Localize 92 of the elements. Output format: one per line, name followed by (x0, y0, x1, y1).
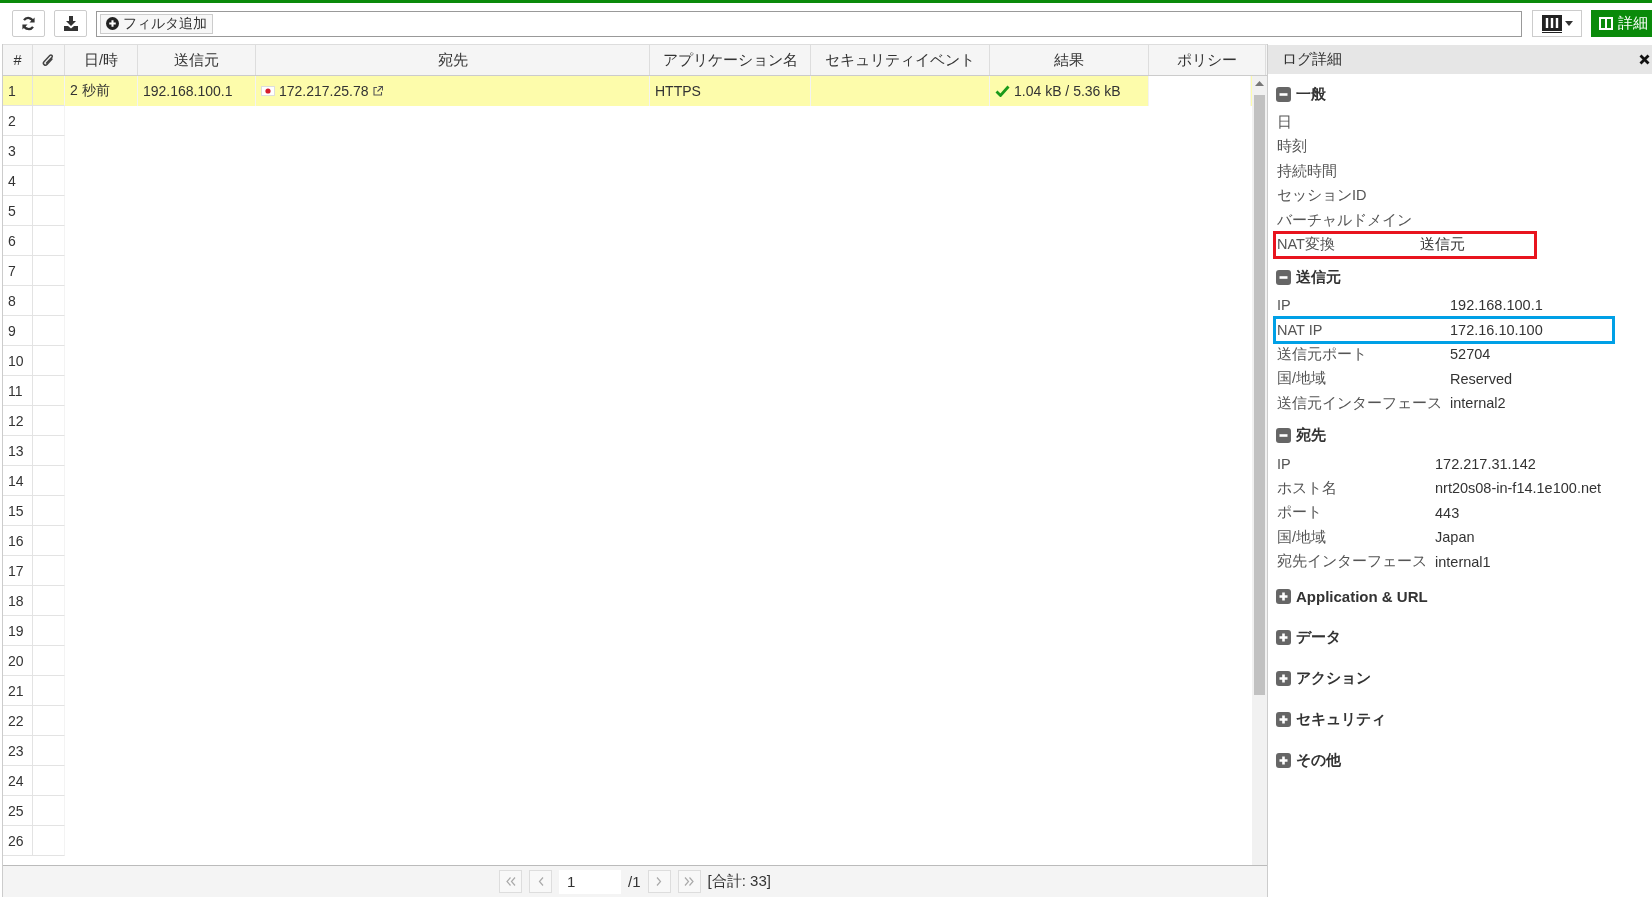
paperclip-icon (42, 52, 55, 68)
column-header[interactable]: セキュリティイベント (811, 45, 990, 75)
column-header[interactable]: # (3, 45, 33, 75)
field-value: 443 (1435, 504, 1461, 521)
field-label: IP (1277, 455, 1292, 472)
field-label: 国/地域 (1277, 527, 1328, 547)
field-label: 持続時間 (1277, 161, 1338, 181)
section-header[interactable]: アクション (1276, 660, 1371, 697)
ip-address-text: 172.217.25.78 (279, 83, 369, 99)
section-title: 一般 (1296, 84, 1326, 104)
section-header[interactable]: セキュリティ (1276, 701, 1386, 738)
field-value: nrt20s08-in-f14.1e100.net (1435, 480, 1602, 497)
chevron-right-icon (656, 877, 663, 886)
row-number: 26 (3, 826, 33, 856)
column-header[interactable]: ポリシー (1149, 45, 1266, 75)
column-settings-button[interactable] (1532, 10, 1582, 37)
field-label: 宛先インターフェース (1277, 552, 1427, 572)
refresh-button[interactable] (12, 10, 45, 37)
section-header[interactable]: 送信元 (1276, 261, 1341, 293)
external-link-icon[interactable] (372, 86, 383, 96)
table-row[interactable]: 1 2 秒前 192.168.100.1 172.217.25.78 HTTPS 1.04 kB / 5.36 kB (3, 76, 1252, 106)
double-chevron-right-icon (684, 877, 695, 886)
collapse-icon (1276, 428, 1291, 443)
expand-icon (1276, 671, 1291, 686)
field-label: 送信元ポート (1277, 344, 1368, 364)
field-value: 52704 (1450, 346, 1492, 363)
section-title: 宛先 (1296, 426, 1326, 445)
download-icon (62, 16, 79, 31)
column-header[interactable]: アプリケーション名 (650, 45, 811, 75)
field-label: IP (1277, 297, 1292, 314)
expand-icon (1276, 630, 1291, 645)
first-page-button[interactable] (499, 870, 523, 893)
field-label: ポート (1277, 503, 1323, 523)
chevron-left-icon (537, 877, 544, 886)
section-header[interactable]: データ (1276, 619, 1341, 656)
download-button[interactable] (54, 10, 87, 37)
section-title: データ (1296, 628, 1341, 647)
scrollbar[interactable] (1252, 76, 1267, 865)
section-title: Application & URL (1296, 588, 1428, 605)
field-value: Reserved (1450, 370, 1514, 387)
flag-icon (261, 86, 275, 96)
field-label: バーチャルドメイン (1277, 210, 1412, 230)
expand-icon (1276, 753, 1291, 768)
collapse-icon (1276, 269, 1291, 285)
field-value: 172.217.31.142 (1435, 455, 1537, 472)
filter-field[interactable]: フィルタ追加 (96, 10, 1522, 37)
column-header[interactable]: 送信元 (138, 45, 256, 75)
field-label: NAT IP (1277, 321, 1324, 338)
close-icon[interactable] (1639, 54, 1650, 65)
split-panel-icon (1599, 17, 1613, 30)
field-label: ホスト名 (1277, 478, 1338, 498)
scroll-up-icon[interactable] (1255, 81, 1264, 86)
total-count: [合計: 33] (707, 872, 771, 891)
field-label: 時刻 (1277, 137, 1308, 157)
expand-icon (1276, 712, 1291, 727)
section-header[interactable]: 宛先 (1276, 419, 1326, 452)
page-count: /1 (628, 873, 641, 890)
section-header[interactable]: 一般 (1276, 78, 1326, 110)
field-value: internal2 (1450, 395, 1507, 412)
collapse-icon (1276, 86, 1291, 102)
last-page-button[interactable] (677, 870, 701, 893)
field-label: 日 (1277, 112, 1293, 132)
scrollbar-thumb[interactable] (1254, 95, 1265, 695)
caret-icon (1564, 21, 1573, 26)
result-text: 1.04 kB / 5.36 kB (1014, 83, 1121, 99)
field-label: 国/地域 (1277, 369, 1328, 389)
section-title: セキュリティ (1296, 710, 1386, 729)
field-value: 送信元 (1420, 235, 1465, 255)
column-header[interactable]: 結果 (990, 45, 1149, 75)
section-header[interactable]: その他 (1276, 742, 1341, 779)
section-header[interactable]: Application & URL (1276, 578, 1428, 615)
section-title: その他 (1296, 751, 1341, 770)
panel-title: ログ詳細 (1282, 50, 1342, 69)
field-value: 192.168.100.1 (1450, 297, 1544, 314)
column-header[interactable]: 宛先 (256, 45, 650, 75)
field-label: 送信元インターフェース (1277, 393, 1442, 413)
refresh-icon (21, 16, 36, 31)
field-value: internal1 (1435, 553, 1492, 570)
expand-icon (1276, 589, 1291, 604)
plus-circle-icon (106, 17, 119, 30)
double-chevron-left-icon (505, 877, 516, 886)
field-value: 172.16.10.100 (1450, 321, 1543, 338)
field-label: NAT変換 (1277, 235, 1336, 255)
field-label: セッションID (1277, 186, 1368, 206)
column-header[interactable]: 日/時 (65, 45, 138, 75)
section-title: アクション (1296, 669, 1371, 688)
add-filter-button[interactable]: フィルタ追加 (100, 13, 213, 34)
section-title: 送信元 (1296, 267, 1341, 287)
details-button[interactable]: 詳細 (1591, 10, 1652, 37)
field-value: Japan (1435, 529, 1476, 546)
page-number-field[interactable]: 1 (559, 869, 622, 894)
columns-icon (1541, 14, 1562, 33)
